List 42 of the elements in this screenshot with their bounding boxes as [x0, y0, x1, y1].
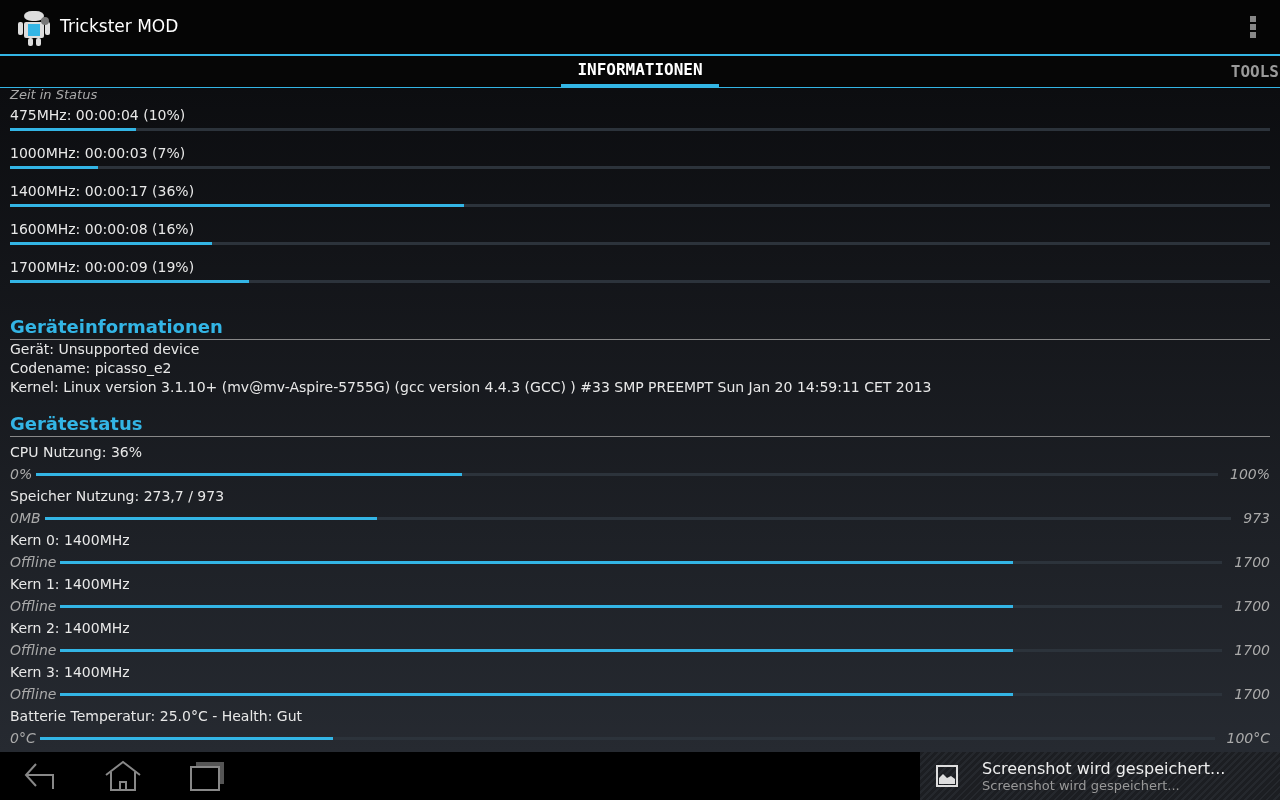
- image-icon: [936, 765, 958, 787]
- frequency-label: 1000MHz: 00:00:03 (7%): [10, 144, 187, 163]
- notification[interactable]: Screenshot wird gespeichert... Screenshot wird gespeichert...: [920, 752, 1280, 800]
- section-heading: Gerätestatus: [10, 413, 1270, 437]
- back-icon[interactable]: [24, 762, 56, 790]
- status-label: Kern 0: 1400MHz: [10, 531, 131, 550]
- min-value: 0MB: [10, 509, 41, 528]
- min-value: Offline: [10, 597, 57, 616]
- frequency-label: 1700MHz: 00:00:09 (19%): [10, 258, 196, 277]
- recent-apps-icon[interactable]: [190, 761, 226, 791]
- max-value: 100°C: [1226, 729, 1270, 748]
- frequency-label: 1600MHz: 00:00:08 (16%): [10, 220, 196, 239]
- min-value: Offline: [10, 685, 57, 704]
- status-label: CPU Nutzung: 36%: [10, 443, 143, 462]
- info-line: Gerät: Unsupported device: [10, 340, 201, 359]
- min-value: 0°C: [10, 729, 36, 748]
- max-value: 1700: [1234, 685, 1270, 704]
- max-value: 1700: [1234, 597, 1270, 616]
- info-line: Codename: picasso_e2: [10, 359, 173, 378]
- max-value: 1700: [1234, 553, 1270, 572]
- section-heading: Geräteinformationen: [10, 316, 1270, 340]
- tab[interactable]: TOOLS: [1230, 56, 1279, 87]
- notification-text: Screenshot wird gespeichert...: [982, 778, 1181, 793]
- info-line: Kernel: Linux version 3.1.10+ (mv@mv-Aspire-5755G) (gcc version 4.4.3 (GCC) ) #33 SMP PREEMPT Sun Jan 20 14:59:11 CET 2013: [10, 378, 933, 397]
- max-value: 973: [1243, 509, 1270, 528]
- status-label: Batterie Temperatur: 25.0°C - Health: Gut: [10, 707, 304, 726]
- status-label: Kern 1: 1400MHz: [10, 575, 131, 594]
- status-label: Kern 3: 1400MHz: [10, 663, 131, 682]
- app-title: Trickster MOD: [60, 15, 179, 39]
- status-label: Kern 2: 1400MHz: [10, 619, 131, 638]
- min-value: Offline: [10, 553, 57, 572]
- max-value: 100%: [1229, 465, 1270, 484]
- min-value: 0%: [10, 465, 33, 484]
- notification-title: Screenshot wird gespeichert...: [982, 759, 1226, 778]
- section-caption: Zeit in Status: [10, 88, 99, 102]
- home-icon[interactable]: [104, 760, 142, 792]
- frequency-label: 1400MHz: 00:00:17 (36%): [10, 182, 196, 201]
- max-value: 1700: [1234, 641, 1270, 660]
- min-value: Offline: [10, 641, 57, 660]
- frequency-label: 475MHz: 00:00:04 (10%): [10, 106, 187, 125]
- overflow-menu-icon[interactable]: [1250, 16, 1256, 38]
- status-label: Speicher Nutzung: 273,7 / 973: [10, 487, 226, 506]
